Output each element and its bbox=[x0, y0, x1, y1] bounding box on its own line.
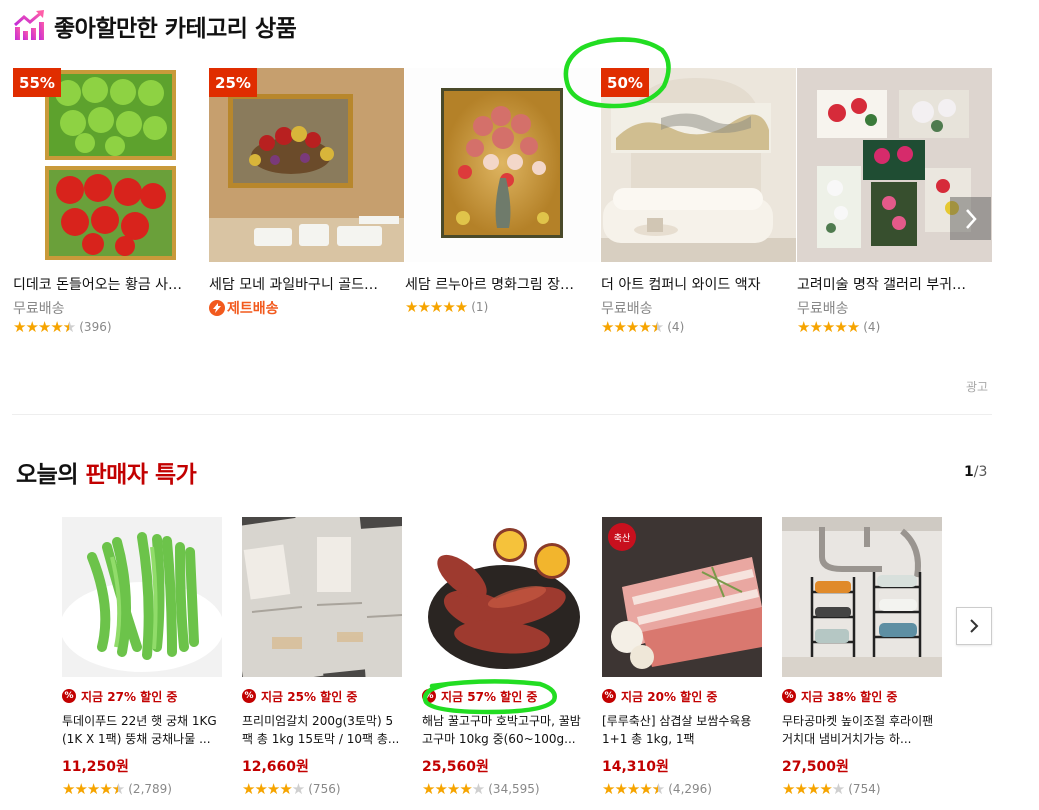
product-image[interactable]: 25% bbox=[209, 68, 404, 262]
deal-name[interactable]: 무타공마켓 높이조절 후라이팬거치대 냄비거치가능 하... bbox=[782, 712, 942, 748]
percent-icon: % bbox=[62, 689, 76, 703]
shipping-label: 무료배송 bbox=[13, 301, 65, 317]
star-rating-icon: ★★★★★ bbox=[782, 780, 845, 798]
percent-icon: % bbox=[602, 689, 616, 703]
deal-discount: % 지금 38% 할인 중 bbox=[782, 688, 944, 704]
percent-icon: % bbox=[422, 689, 436, 703]
product-image[interactable]: 55% bbox=[13, 68, 208, 262]
rating: ★★★★★★(4,296) bbox=[602, 780, 764, 798]
deal-card[interactable]: 축산 % 지금 20% 할인 중 [루루축산] 삼겹살 보쌈수육용 1+1 총 1… bbox=[602, 517, 764, 798]
deal-image[interactable] bbox=[242, 517, 402, 677]
deal-discount: % 지금 57% 할인 중 bbox=[422, 688, 584, 704]
rating: ★★★★★ (756) bbox=[242, 780, 404, 798]
trending-up-icon bbox=[14, 10, 44, 40]
section-header-recommended: 좋아할만한 카테고리 상품 bbox=[12, 8, 297, 44]
review-count: (756) bbox=[308, 782, 341, 796]
rating: ★★★★★ (4) bbox=[797, 318, 992, 336]
product-image[interactable]: 50% bbox=[601, 68, 796, 262]
rating: ★★★★★★(396) bbox=[13, 318, 208, 336]
deal-price: 14,310원 bbox=[602, 759, 669, 775]
deal-price: 27,500원 bbox=[782, 759, 849, 775]
deal-price: 11,250원 bbox=[62, 759, 129, 775]
product-name[interactable]: 세담 모네 과일바구니 골드 액자 bbox=[209, 274, 379, 294]
rating: ★★★★★ (754) bbox=[782, 780, 944, 798]
product-name[interactable]: 디데코 돈들어오는 황금 사과 풍수 그림 bbox=[13, 274, 183, 294]
shipping-label: 무료배송 bbox=[601, 301, 653, 317]
product-image[interactable] bbox=[405, 68, 600, 262]
section-title-deals: 오늘의 판매자 특가 bbox=[16, 462, 197, 488]
carousel-next-button[interactable] bbox=[950, 197, 991, 240]
deal-discount: % 지금 20% 할인 중 bbox=[602, 688, 764, 704]
deal-card[interactable]: % 지금 38% 할인 중 무타공마켓 높이조절 후라이팬거치대 냄비거치가능 하… bbox=[782, 517, 944, 798]
product-name[interactable]: 세담 르누아르 명화그림 장미 액자 bbox=[405, 274, 575, 294]
percent-icon: % bbox=[782, 689, 796, 703]
review-count: (4) bbox=[863, 320, 881, 334]
deal-name[interactable]: 투데이푸드 22년 햇 궁채 1KG (1K X 1팩) 뚱채 궁채나물 ... bbox=[62, 712, 222, 748]
shipping-label: 제트배송 bbox=[209, 298, 404, 318]
chevron-right-icon bbox=[965, 208, 977, 229]
product-name[interactable]: 더 아트 컴퍼니 와이드 액자 bbox=[601, 274, 771, 294]
review-count: (4,296) bbox=[668, 782, 712, 796]
pagination-indicator: 1/3 bbox=[964, 464, 988, 480]
star-rating-icon: ★★★★★ bbox=[405, 298, 468, 316]
percent-icon: % bbox=[242, 689, 256, 703]
review-count: (1) bbox=[471, 300, 489, 314]
discount-badge: 55% bbox=[13, 68, 61, 97]
review-count: (754) bbox=[848, 782, 881, 796]
rating: ★★★★★★(2,789) bbox=[62, 780, 224, 798]
deal-name[interactable]: [루루축산] 삼겹살 보쌈수육용 1+1 총 1kg, 1팩 bbox=[602, 712, 762, 748]
deal-discount: % 지금 27% 할인 중 bbox=[62, 688, 224, 704]
review-count: (396) bbox=[79, 320, 112, 334]
product-card[interactable]: 세담 르누아르 명화그림 장미 액자 ★★★★★(1) bbox=[405, 68, 600, 316]
deal-discount: % 지금 25% 할인 중 bbox=[242, 688, 404, 704]
deal-name[interactable]: 해남 꿀고구마 호박고구마, 꿀밤고구마 10kg 중(60~100g... bbox=[422, 712, 582, 748]
rating: ★★★★★★(4) bbox=[601, 318, 796, 336]
chevron-right-icon bbox=[970, 619, 979, 633]
product-card[interactable]: 55% 디데코 돈들어오는 황금 사과 풍수 그림 무료배송 ★★★★★★(39… bbox=[13, 68, 208, 336]
deal-price: 12,660원 bbox=[242, 759, 309, 775]
deal-image[interactable] bbox=[422, 517, 582, 677]
deal-card[interactable]: % 지금 57% 할인 중 해남 꿀고구마 호박고구마, 꿀밤고구마 10kg 중… bbox=[422, 517, 584, 798]
star-rating-icon: ★★★★★★ bbox=[602, 780, 665, 798]
svg-text:축산: 축산 bbox=[614, 533, 631, 544]
deal-card[interactable]: % 지금 27% 할인 중 투데이푸드 22년 햇 궁채 1KG (1K X 1팩… bbox=[62, 517, 224, 798]
rating: ★★★★★ (1) bbox=[405, 298, 600, 316]
review-count: (34,595) bbox=[488, 782, 540, 796]
deal-card[interactable]: % 지금 25% 할인 중 프리미엄갈치 200g(3토막) 5팩 총 1kg 1… bbox=[242, 517, 404, 798]
deal-name[interactable]: 프리미엄갈치 200g(3토막) 5팩 총 1kg 15토막 / 10팩 총..… bbox=[242, 712, 402, 748]
star-rating-icon: ★★★★★★ bbox=[62, 780, 125, 798]
rating: ★★★★★ (34,595) bbox=[422, 780, 584, 798]
product-card[interactable]: 25% 세담 모네 과일바구니 골드 액자 제트배송 bbox=[209, 68, 404, 318]
discount-badge: 50% bbox=[601, 68, 649, 97]
star-rating-icon: ★★★★★ bbox=[797, 318, 860, 336]
review-count: (2,789) bbox=[128, 782, 172, 796]
star-rating-icon: ★★★★★ bbox=[242, 780, 305, 798]
deals-next-button[interactable] bbox=[956, 607, 992, 645]
star-rating-icon: ★★★★★★ bbox=[601, 318, 664, 336]
jet-delivery-badge: 제트배송 bbox=[209, 298, 279, 318]
deal-image[interactable] bbox=[782, 517, 942, 677]
ad-label: 광고 bbox=[966, 380, 989, 394]
deal-price: 25,560원 bbox=[422, 759, 489, 775]
section-divider bbox=[12, 414, 992, 415]
rocket-icon bbox=[209, 300, 225, 316]
star-rating-icon: ★★★★★ bbox=[422, 780, 485, 798]
shipping-label: 무료배송 bbox=[797, 301, 849, 317]
product-card[interactable]: 50% 더 아트 컴퍼니 와이드 액자 무료배송 ★★★★★★(4) bbox=[601, 68, 796, 336]
review-count: (4) bbox=[667, 320, 685, 334]
discount-badge: 25% bbox=[209, 68, 257, 97]
deal-image[interactable] bbox=[62, 517, 222, 677]
deal-image[interactable]: 축산 bbox=[602, 517, 762, 677]
product-name[interactable]: 고려미술 명작 갤러리 부귀모란도 bbox=[797, 274, 967, 294]
star-rating-icon: ★★★★★★ bbox=[13, 318, 76, 336]
section-title: 좋아할만한 카테고리 상품 bbox=[54, 16, 297, 42]
